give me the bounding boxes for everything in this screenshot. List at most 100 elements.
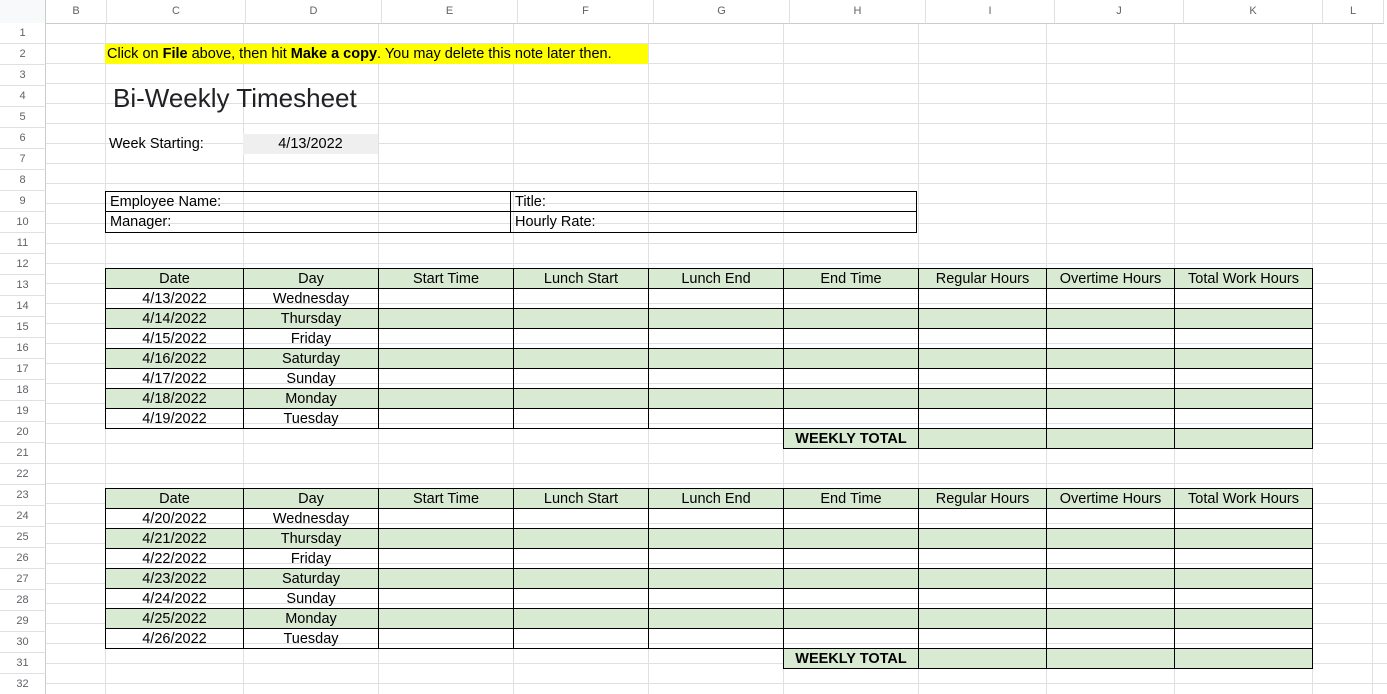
row-header-12[interactable]: 12	[0, 254, 46, 275]
cell-day[interactable]: Thursday	[244, 309, 379, 329]
cell-empty[interactable]	[919, 289, 1047, 309]
cell-day[interactable]: Friday	[244, 329, 379, 349]
cell-empty[interactable]	[1047, 609, 1175, 629]
cell-empty[interactable]	[784, 389, 919, 409]
cell-date[interactable]: 4/18/2022	[106, 389, 244, 409]
col-end-time[interactable]: End Time	[784, 269, 919, 289]
row-header-3[interactable]: 3	[0, 65, 46, 86]
cell-empty[interactable]	[649, 529, 784, 549]
cell-empty[interactable]	[1175, 369, 1313, 389]
row-header-26[interactable]: 26	[0, 548, 46, 569]
cell-empty[interactable]	[649, 589, 784, 609]
cell-empty[interactable]	[649, 629, 784, 649]
cell-empty[interactable]	[919, 549, 1047, 569]
cell-empty[interactable]	[379, 509, 514, 529]
column-header-B[interactable]: B	[46, 0, 107, 24]
row-header-23[interactable]: 23	[0, 485, 46, 506]
cell-empty[interactable]	[1175, 609, 1313, 629]
cell-empty[interactable]	[784, 349, 919, 369]
cell-empty[interactable]	[1175, 529, 1313, 549]
col-end-time[interactable]: End Time	[784, 489, 919, 509]
row-header-31[interactable]: 31	[0, 653, 46, 674]
column-header-J[interactable]: J	[1055, 0, 1184, 24]
manager-label[interactable]: Manager:	[106, 212, 511, 232]
cell-empty[interactable]	[784, 629, 919, 649]
cell-empty[interactable]	[784, 309, 919, 329]
cell-empty[interactable]	[1175, 309, 1313, 329]
cell-date[interactable]: 4/13/2022	[106, 289, 244, 309]
select-all-corner[interactable]	[0, 0, 46, 24]
cell-empty[interactable]	[1175, 349, 1313, 369]
cell-empty[interactable]	[379, 369, 514, 389]
cell-empty[interactable]	[1175, 549, 1313, 569]
cell-empty[interactable]	[379, 569, 514, 589]
cell-date[interactable]: 4/24/2022	[106, 589, 244, 609]
cell-empty[interactable]	[514, 369, 649, 389]
cell-empty[interactable]	[1047, 549, 1175, 569]
weekly-total-value[interactable]	[1175, 429, 1313, 449]
weekly-total-label[interactable]: WEEKLY TOTAL	[784, 429, 919, 449]
cell-empty[interactable]	[784, 589, 919, 609]
cell-empty[interactable]	[379, 389, 514, 409]
col-lunch-end[interactable]: Lunch End	[649, 489, 784, 509]
cell-day[interactable]: Thursday	[244, 529, 379, 549]
weekly-total-value[interactable]	[1175, 649, 1313, 669]
cell-empty[interactable]	[379, 549, 514, 569]
cell-date[interactable]: 4/21/2022	[106, 529, 244, 549]
cell-date[interactable]: 4/19/2022	[106, 409, 244, 429]
cell-empty[interactable]	[919, 389, 1047, 409]
col-date[interactable]: Date	[106, 489, 244, 509]
cell-day[interactable]: Wednesday	[244, 289, 379, 309]
cell-empty[interactable]	[784, 529, 919, 549]
col-lunch-start[interactable]: Lunch Start	[514, 269, 649, 289]
cell-empty[interactable]	[649, 349, 784, 369]
week-starting-label[interactable]: Week Starting:	[105, 134, 243, 154]
row-header-6[interactable]: 6	[0, 128, 46, 149]
col-start-time[interactable]: Start Time	[379, 269, 514, 289]
cell-date[interactable]: 4/16/2022	[106, 349, 244, 369]
weekly-total-label[interactable]: WEEKLY TOTAL	[784, 649, 919, 669]
cell-day[interactable]: Monday	[244, 609, 379, 629]
cell-empty[interactable]	[1175, 509, 1313, 529]
col-lunch-start[interactable]: Lunch Start	[514, 489, 649, 509]
row-header-19[interactable]: 19	[0, 401, 46, 422]
cell-empty[interactable]	[784, 569, 919, 589]
cell-empty[interactable]	[1175, 389, 1313, 409]
row-header-21[interactable]: 21	[0, 443, 46, 464]
cell-empty[interactable]	[514, 349, 649, 369]
row-header-8[interactable]: 8	[0, 170, 46, 191]
cell-empty[interactable]	[919, 629, 1047, 649]
row-header-14[interactable]: 14	[0, 296, 46, 317]
col-day[interactable]: Day	[244, 269, 379, 289]
cell-date[interactable]: 4/26/2022	[106, 629, 244, 649]
row-header-29[interactable]: 29	[0, 611, 46, 632]
column-header-L[interactable]: L	[1323, 0, 1384, 24]
cell-empty[interactable]	[649, 309, 784, 329]
weekly-total-value[interactable]	[919, 429, 1047, 449]
cell-empty[interactable]	[1047, 329, 1175, 349]
cell-empty[interactable]	[919, 609, 1047, 629]
cell-empty[interactable]	[919, 369, 1047, 389]
cell-empty[interactable]	[1175, 329, 1313, 349]
cell-empty[interactable]	[784, 409, 919, 429]
col-day[interactable]: Day	[244, 489, 379, 509]
cell-empty[interactable]	[1175, 409, 1313, 429]
row-header-2[interactable]: 2	[0, 44, 46, 65]
cell-empty[interactable]	[379, 349, 514, 369]
row-header-11[interactable]: 11	[0, 233, 46, 254]
column-header-G[interactable]: G	[654, 0, 790, 24]
cell-empty[interactable]	[649, 329, 784, 349]
cell-empty[interactable]	[379, 289, 514, 309]
cell-day[interactable]: Saturday	[244, 569, 379, 589]
cell-empty[interactable]	[379, 329, 514, 349]
cell-empty[interactable]	[1047, 409, 1175, 429]
cell-empty[interactable]	[514, 549, 649, 569]
row-header-1[interactable]: 1	[0, 23, 46, 44]
cell-empty[interactable]	[379, 609, 514, 629]
cell-day[interactable]: Monday	[244, 389, 379, 409]
column-header-K[interactable]: K	[1184, 0, 1323, 24]
row-header-15[interactable]: 15	[0, 317, 46, 338]
cell-empty[interactable]	[379, 629, 514, 649]
cell-empty[interactable]	[649, 389, 784, 409]
cell-empty[interactable]	[514, 589, 649, 609]
